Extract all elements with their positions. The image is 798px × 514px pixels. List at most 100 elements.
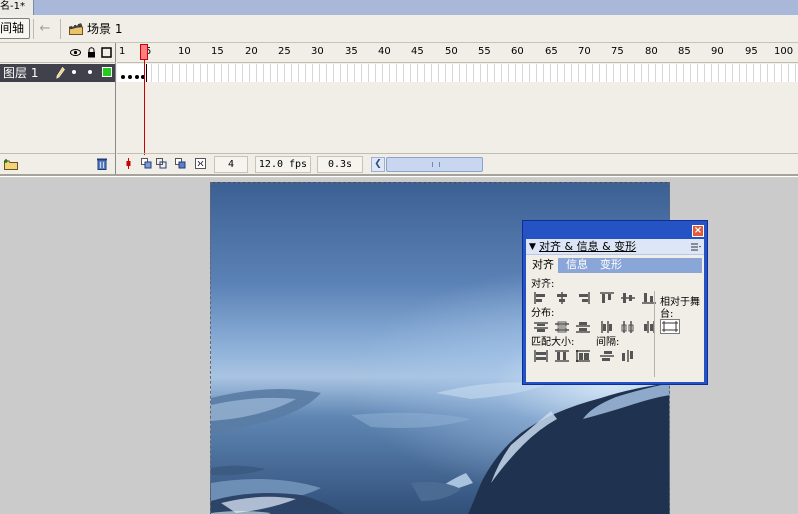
document-tab[interactable]: 名-1*: [0, 0, 34, 15]
distribute-label: 分布:: [531, 308, 555, 319]
align-right-edge-icon[interactable]: [576, 292, 590, 304]
panel-header[interactable]: ▼ 对齐 & 信息 & 变形: [526, 239, 704, 255]
ruler-label: 80: [645, 46, 658, 57]
scrollbar-thumb[interactable]: [386, 157, 483, 172]
align-top-edge-icon[interactable]: [600, 292, 614, 304]
stage-bounds-icon: [662, 321, 678, 332]
ruler-label: 85: [678, 46, 691, 57]
ruler-label: 50: [445, 46, 458, 57]
current-frame-readout: 4: [214, 156, 248, 173]
match-width-icon[interactable]: [534, 350, 548, 362]
match-height-icon[interactable]: [555, 350, 569, 362]
frame-rate-readout[interactable]: 12.0 fps: [255, 156, 311, 173]
align-left-edge-icon[interactable]: [534, 292, 548, 304]
ruler-label: 75: [611, 46, 624, 57]
align-label: 对齐:: [531, 279, 555, 290]
add-layer-folder-icon[interactable]: [4, 158, 18, 170]
ruler-label: 1: [119, 46, 126, 57]
ruler-label: 45: [411, 46, 424, 57]
ruler-label: 15: [211, 46, 224, 57]
layer-name[interactable]: 图层 1: [3, 66, 38, 80]
lock-dot-icon[interactable]: [88, 70, 92, 74]
space-evenly-vertical-icon[interactable]: [600, 350, 614, 362]
keyframe-dot[interactable]: [128, 75, 132, 79]
timeline-toggle-button[interactable]: 间轴: [0, 18, 30, 39]
timeline-status-bar: 4 12.0 fps 0.3s ❮: [117, 153, 798, 174]
elapsed-time-readout: 0.3s: [317, 156, 363, 173]
close-icon[interactable]: ×: [692, 225, 704, 237]
distribute-left-icon[interactable]: [600, 321, 614, 333]
onion-skin-icon[interactable]: [141, 158, 152, 169]
keyframe-dot[interactable]: [135, 75, 139, 79]
match-width-and-height-icon[interactable]: [576, 350, 590, 362]
ruler-label: 20: [245, 46, 258, 57]
align-horizontal-center-icon[interactable]: [555, 292, 569, 304]
align-panel[interactable]: × ▼ 对齐 & 信息 & 变形 对齐 信息 变形 对齐: 分布: 匹配大小:: [522, 220, 708, 385]
pencil-icon: [56, 67, 65, 79]
frame-cells[interactable]: [117, 64, 798, 82]
scroll-left-icon[interactable]: ❮: [371, 157, 385, 172]
timeline-scrollbar[interactable]: ❮: [371, 157, 798, 172]
layers-column: 图层 1: [0, 43, 116, 174]
distribute-horizontal-center-icon[interactable]: [621, 321, 635, 333]
center-frame-icon[interactable]: [123, 158, 134, 169]
modify-onion-markers-icon[interactable]: [195, 158, 206, 169]
playhead-line: [144, 60, 145, 155]
tab-align[interactable]: 对齐: [528, 258, 558, 273]
tab-transform[interactable]: 变形: [596, 258, 626, 273]
edit-multiple-frames-icon[interactable]: [175, 158, 186, 169]
eye-icon[interactable]: [70, 47, 81, 58]
playhead[interactable]: [140, 44, 148, 60]
ruler-label: 25: [278, 46, 291, 57]
collapse-arrow-icon[interactable]: ▼: [529, 241, 536, 253]
distribute-bottom-icon[interactable]: [576, 321, 590, 333]
keyframe-span[interactable]: [120, 64, 147, 82]
distribute-vertical-center-icon[interactable]: [555, 321, 569, 333]
frame-ruler[interactable]: 1 5 10 15 20 25 30 35 40 45 50 55 60 65 …: [117, 43, 798, 63]
ruler-label: 55: [478, 46, 491, 57]
relative-to-stage-toggle[interactable]: [660, 319, 680, 334]
align-vertical-center-icon[interactable]: [621, 292, 635, 304]
ruler-label: 40: [378, 46, 391, 57]
panel-divider: [654, 291, 655, 377]
align-panel-body: ▼ 对齐 & 信息 & 变形 对齐 信息 变形 对齐: 分布: 匹配大小: 间隔…: [526, 239, 704, 382]
separator: [60, 19, 61, 39]
ruler-label: 60: [511, 46, 524, 57]
scene-clapper-icon: [69, 23, 83, 35]
panel-header-label[interactable]: 对齐 & 信息 & 变形: [539, 240, 636, 254]
panel-tabs: 对齐 信息 变形: [528, 258, 702, 273]
timeline-panel: 图层 1 1 5 10 15 20 25 30 35 40 45 50 55 6…: [0, 43, 798, 174]
ruler-label: 10: [178, 46, 191, 57]
ruler-label: 70: [578, 46, 591, 57]
document-tab-title: 名-1*: [0, 1, 25, 12]
onion-skin-outlines-icon[interactable]: [156, 158, 167, 169]
scene-label[interactable]: 场景 1: [87, 21, 122, 37]
lock-icon[interactable]: [86, 47, 97, 58]
ruler-label: 35: [345, 46, 358, 57]
ruler-label: 100: [774, 46, 794, 57]
trash-icon[interactable]: [96, 157, 108, 170]
ruler-label: 65: [545, 46, 558, 57]
document-tab-strip: 名-1*: [0, 0, 798, 15]
back-arrow-icon[interactable]: ←: [37, 21, 53, 37]
outline-icon[interactable]: [101, 47, 112, 58]
ruler-label: 90: [711, 46, 724, 57]
timeline-splitter[interactable]: [0, 174, 798, 177]
tab-info[interactable]: 信息: [562, 258, 592, 273]
panel-options-menu-icon[interactable]: [691, 242, 701, 252]
spacing-label: 间隔:: [596, 337, 620, 348]
layer-header: [0, 43, 116, 63]
keyframe-dot[interactable]: [121, 75, 125, 79]
outline-color-swatch[interactable]: [102, 67, 112, 77]
separator: [33, 19, 34, 39]
ruler-label: 95: [745, 46, 758, 57]
layer-row[interactable]: 图层 1: [0, 64, 115, 82]
edit-bar: 间轴 ← 场景 1: [0, 15, 798, 43]
match-size-label: 匹配大小:: [531, 337, 575, 348]
distribute-top-icon[interactable]: [534, 321, 548, 333]
relative-to-stage-label: 相对于舞台:: [660, 297, 700, 320]
space-evenly-horizontal-icon[interactable]: [621, 350, 635, 362]
visibility-dot-icon[interactable]: [72, 70, 76, 74]
frames-area[interactable]: 1 5 10 15 20 25 30 35 40 45 50 55 60 65 …: [117, 43, 798, 174]
ruler-label: 30: [311, 46, 324, 57]
